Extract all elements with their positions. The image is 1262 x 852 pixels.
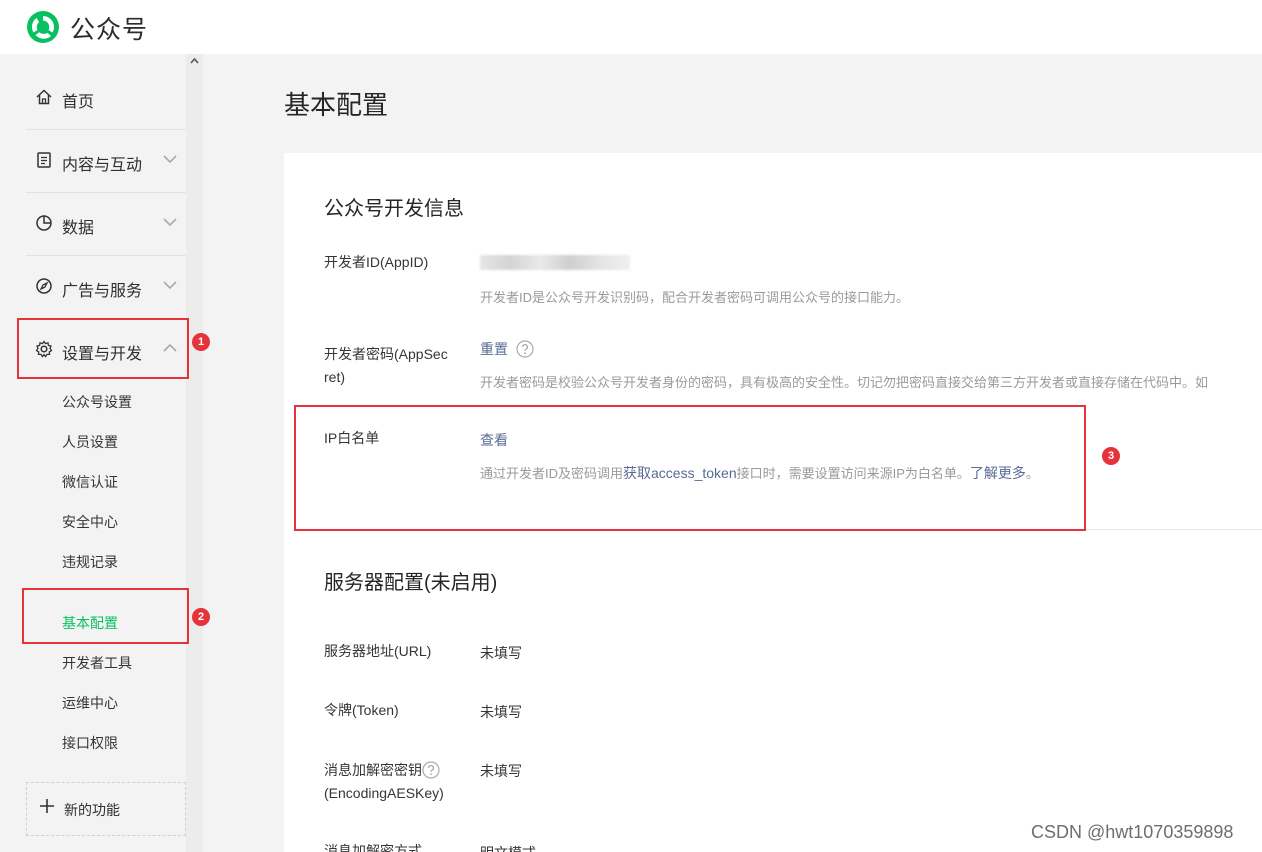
token-value: 未填写	[480, 704, 522, 720]
server-url-value: 未填写	[480, 645, 522, 661]
annotation-box-3	[294, 405, 1086, 531]
sidebar-item-label: 广告与服务	[62, 283, 143, 300]
sidebar-item-label: 首页	[62, 94, 95, 111]
annotation-badge-1: 1	[192, 333, 210, 351]
sidebar-item-label: 数据	[62, 220, 95, 237]
sidebar-item-home[interactable]: 首页	[26, 67, 186, 130]
sidebar-item-data[interactable]: 数据	[26, 193, 186, 256]
server-url-label: 服务器地址(URL)	[324, 643, 432, 659]
sidebar-subitem-security-center[interactable]: 安全中心	[62, 512, 118, 532]
aes-label-line1: 消息加解密密钥	[324, 762, 422, 778]
sidebar-subitem-api-permissions[interactable]: 接口权限	[62, 733, 118, 753]
app-title: 公众号	[70, 16, 149, 44]
sidebar-scrollbar[interactable]	[186, 54, 203, 852]
sidebar-item-ads-services[interactable]: 广告与服务	[26, 256, 186, 319]
help-icon[interactable]	[516, 340, 534, 358]
help-icon[interactable]	[422, 761, 440, 779]
home-icon	[36, 89, 52, 105]
sidebar-item-content-interaction[interactable]: 内容与互动	[26, 130, 186, 193]
document-icon	[37, 152, 51, 168]
annotation-badge-3: 3	[1102, 447, 1120, 465]
appsecret-label: 开发者密码(AppSec ret)	[324, 343, 448, 389]
aes-label-line2: (EncodingAESKey)	[324, 785, 444, 801]
plus-icon	[40, 799, 54, 813]
appid-description: 开发者ID是公众号开发识别码，配合开发者密码可调用公众号的接口能力。	[480, 290, 910, 305]
chevron-down-icon	[163, 155, 177, 164]
new-feature-label: 新的功能	[64, 802, 120, 818]
appsecret-label-line1: 开发者密码(AppSec	[324, 346, 448, 362]
appsecret-label-line2: ret)	[324, 369, 345, 385]
sidebar-subitem-wechat-verification[interactable]: 微信认证	[62, 472, 118, 492]
annotation-box-1	[17, 318, 189, 379]
token-label: 令牌(Token)	[324, 702, 399, 718]
sidebar-subitem-account-settings[interactable]: 公众号设置	[62, 392, 132, 412]
annotation-badge-2: 2	[192, 608, 210, 626]
chevron-down-icon	[163, 281, 177, 290]
appid-label: 开发者ID(AppID)	[324, 254, 429, 270]
server-config-section-title: 服务器配置(未启用)	[324, 572, 498, 594]
sidebar-item-label: 内容与互动	[62, 157, 143, 174]
appsecret-description: 开发者密码是校验公众号开发者身份的密码，具有极高的安全性。切记勿把密码直接交给第…	[480, 375, 1209, 390]
sidebar-subitem-ops-center[interactable]: 运维中心	[62, 693, 118, 713]
encryption-mode-label: 消息加解密方式	[324, 843, 422, 852]
top-bar: 公众号	[0, 0, 1262, 54]
pie-chart-icon	[36, 215, 52, 231]
page-title: 基本配置	[284, 90, 389, 120]
appid-value-redacted	[480, 255, 630, 270]
encryption-mode-value: 明文模式	[480, 843, 536, 852]
dev-info-section-title: 公众号开发信息	[324, 198, 464, 220]
sidebar-subitem-developer-tools[interactable]: 开发者工具	[62, 653, 132, 673]
sidebar-subitem-staff-settings[interactable]: 人员设置	[62, 432, 118, 452]
scroll-up-icon[interactable]	[189, 55, 200, 67]
compass-icon	[36, 278, 52, 294]
appsecret-actions: 重置	[480, 339, 534, 359]
chevron-down-icon	[163, 218, 177, 227]
encoding-aes-key-label: 消息加解密密钥 (EncodingAESKey)	[324, 759, 444, 805]
encoding-aes-key-value: 未填写	[480, 763, 522, 779]
new-feature-button[interactable]: 新的功能	[26, 782, 186, 836]
reset-secret-link[interactable]: 重置	[480, 341, 508, 357]
wechat-official-account-logo[interactable]	[25, 9, 61, 45]
sidebar-subitem-violation-records[interactable]: 违规记录	[62, 552, 118, 572]
csdn-watermark: CSDN @hwt1070359898	[1031, 822, 1234, 842]
annotation-box-2	[22, 588, 189, 644]
